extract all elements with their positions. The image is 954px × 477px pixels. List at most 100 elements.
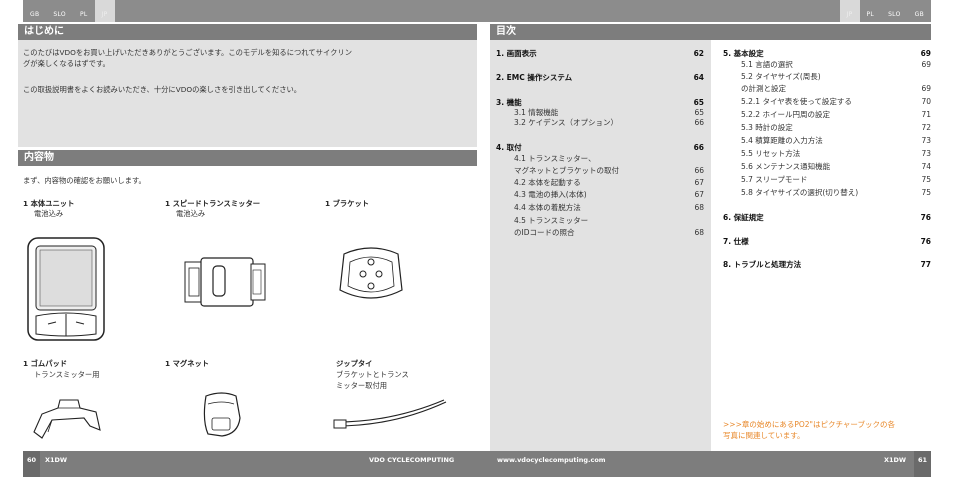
toc-entry[interactable]: 5.1 言語の選択 69 [741, 60, 931, 70]
rubber-pad-image [30, 396, 102, 442]
page-gutter [477, 40, 490, 451]
toc-label: 5.6 メンテナンス通知機能 [741, 162, 831, 171]
toc-entry[interactable]: 5.2.2 ホイール円周の設定 71 [741, 110, 931, 120]
toc-entry[interactable]: 5.2 タイヤサイズ(周長) [741, 72, 931, 82]
toc-page: 69 [920, 49, 931, 58]
toc-label: 5.8 タイヤサイズの選択(切り替え) [741, 188, 859, 197]
toc-entry[interactable]: 4.3 電池の挿入(本体) 67 [514, 190, 704, 200]
toc-label: 5.4 積算距離の入力方法 [741, 136, 823, 145]
toc-label: 5.5 リセット方法 [741, 149, 801, 158]
toc-entry[interactable]: 6. 保証規定 76 [723, 213, 931, 223]
tab-strip-right [477, 0, 837, 22]
toc-page: 69 [921, 84, 931, 93]
footer-margin-left [0, 451, 23, 477]
transmitter-image [183, 256, 268, 308]
toc-label: 3.2 ケイデンス（オプション） [514, 118, 619, 127]
page-number-left: 60 [23, 451, 40, 477]
toc-label: 4. 取付 [496, 143, 522, 152]
toc-entry[interactable]: 4. 取付 66 [496, 143, 704, 153]
item-title-zip-tie: ジップタイ [336, 359, 373, 368]
toc-label: 4.5 トランスミッター [514, 216, 589, 225]
toc-entry[interactable]: の計測と設定 69 [741, 84, 931, 94]
language-tabs-right: JP PL SLO GB [839, 0, 931, 22]
toc-entry[interactable]: 4.5 トランスミッター [514, 216, 704, 226]
toc-label: 8. トラブルと処理方法 [723, 260, 802, 269]
toc-page: 77 [920, 260, 931, 269]
footer-margin-right [931, 451, 954, 477]
intro-paragraph-1: このたびはVDOをお買い上げいただきありがとうございます。このモデルを知るにつれ… [23, 48, 353, 57]
toc-page: 76 [920, 237, 931, 246]
toc-entry[interactable]: 4.4 本体の着脱方法 68 [514, 203, 704, 213]
toc-page: 76 [920, 213, 931, 222]
toc-page: 64 [693, 73, 704, 82]
toc-entry[interactable]: 5.8 タイヤサイズの選択(切り替え) 75 [741, 188, 931, 198]
tab-pl-right[interactable]: PL [859, 0, 882, 22]
toc-label: 5.3 時計の設定 [741, 123, 793, 132]
toc-entry[interactable]: 5.3 時計の設定 72 [741, 123, 931, 133]
toc-header: 目次 [490, 24, 931, 40]
toc-page: 75 [921, 175, 931, 184]
tab-jp-right[interactable]: JP [839, 0, 860, 22]
toc-entry[interactable]: 5.5 リセット方法 73 [741, 149, 931, 159]
model-right: X1DW [884, 456, 907, 464]
item-title-rubber-pad: 1 ゴムパッド [23, 359, 68, 368]
toc-label: 4.4 本体の着脱方法 [514, 203, 581, 212]
toc-label: 4.1 トランスミッター、 [514, 154, 596, 163]
toc-label: マグネットとブラケットの取付 [514, 166, 619, 175]
toc-entry[interactable]: のIDコードの照合 68 [514, 228, 704, 238]
note-line-1: >>>章の始めにあるPO2"はピクチャーブックの各 [723, 420, 895, 429]
note-line-2: 写真に関連しています。 [723, 431, 805, 440]
item-title-bracket: 1 ブラケット [325, 199, 370, 208]
toc-label: 4.3 電池の挿入(本体) [514, 190, 587, 199]
toc-entry[interactable]: 4.1 トランスミッター、 [514, 154, 704, 164]
model-left: X1DW [45, 456, 68, 464]
contents-header: 内容物 [18, 150, 477, 166]
tab-pl[interactable]: PL [72, 0, 95, 22]
footer-bar [0, 451, 954, 477]
toc-label: 4.2 本体を起動する [514, 178, 581, 187]
tab-margin-left [0, 0, 23, 22]
tab-gb-right[interactable]: GB [907, 0, 931, 22]
toc-page: 69 [921, 60, 931, 69]
toc-entry[interactable]: 3.2 ケイデンス（オプション） 66 [514, 118, 704, 128]
toc-entry[interactable]: マグネットとブラケットの取付 66 [514, 166, 704, 176]
toc-label: 1. 画面表示 [496, 49, 537, 58]
website-url[interactable]: www.vdocyclecomputing.com [497, 451, 606, 469]
toc-entry[interactable]: 5.7 スリープモード 75 [741, 175, 931, 185]
item-sub-zip-tie: ブラケットとトランス [336, 370, 409, 379]
toc-label: 5.2 タイヤサイズ(周長) [741, 72, 821, 81]
toc-entry[interactable]: 1. 画面表示 62 [496, 49, 704, 59]
item-sub-rubber-pad: トランスミッター用 [34, 370, 100, 379]
toc-entry[interactable]: 3. 機能 65 [496, 98, 704, 108]
toc-page: 73 [921, 149, 931, 158]
toc-entry[interactable]: 7. 仕様 76 [723, 237, 931, 247]
toc-label: 3. 機能 [496, 98, 522, 107]
toc-page: 72 [921, 123, 931, 132]
tab-slo[interactable]: SLO [46, 0, 73, 22]
toc-entry[interactable]: 5.4 積算距離の入力方法 73 [741, 136, 931, 146]
toc-entry[interactable]: 8. トラブルと処理方法 77 [723, 260, 931, 270]
toc-page: 65 [693, 98, 704, 107]
picture-book-note: >>>章の始めにあるPO2"はピクチャーブックの各 写真に関連しています。 [723, 419, 895, 441]
intro-header: はじめに [18, 24, 477, 40]
magnet-image [198, 390, 246, 440]
toc-label: 2. EMC 操作システム [496, 73, 573, 82]
tab-slo-right[interactable]: SLO [881, 0, 908, 22]
toc-entry[interactable]: 5.6 メンテナンス通知機能 74 [741, 162, 931, 172]
toc-page: 67 [694, 178, 704, 187]
zip-tie-image [332, 396, 450, 432]
toc-page: 74 [921, 162, 931, 171]
toc-entry[interactable]: 5.2.1 タイヤ表を使って設定する 70 [741, 97, 931, 107]
toc-entry[interactable]: 2. EMC 操作システム 64 [496, 73, 704, 83]
tab-jp[interactable]: JP [94, 0, 115, 22]
toc-page: 66 [694, 118, 704, 127]
toc-entry[interactable]: 4.2 本体を起動する 67 [514, 178, 704, 188]
toc-entry[interactable]: 5. 基本設定 69 [723, 49, 931, 59]
toc-page: 71 [921, 110, 931, 119]
brand-name: VDO CYCLECOMPUTING [369, 456, 455, 464]
toc-entry[interactable]: 3.1 情報機能 65 [514, 108, 704, 118]
toc-page: 62 [693, 49, 704, 58]
tab-gb[interactable]: GB [23, 0, 47, 22]
item-sub-head-unit: 電池込み [34, 209, 64, 218]
toc-label: 5. 基本設定 [723, 49, 764, 58]
